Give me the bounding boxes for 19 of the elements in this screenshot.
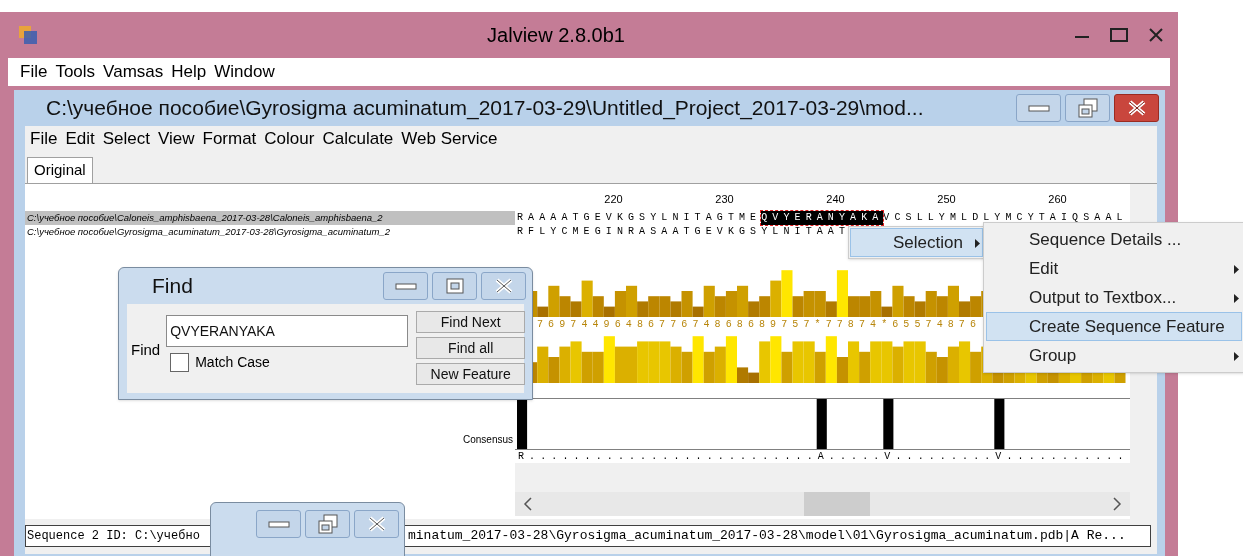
sequence-residues: VCSLLYMLDLYMCYTAIQSAAL [883, 211, 1128, 225]
ruler-number: 260 [1048, 192, 1067, 207]
ruler-number: 220 [604, 192, 623, 207]
window-title: Jalview 2.8.0b1 [486, 23, 626, 48]
ruler-number: 230 [715, 192, 734, 207]
ruler-number: 250 [937, 192, 956, 207]
sequence-residues: RAAAATGEVKGSYLNITAGTME [517, 211, 762, 225]
document-title: C:\учебное пособие\Gyrosigma acuminatum_2017-03-29\Untitled_Project_2017-03-29\mod... [46, 95, 925, 122]
field-label: Find [131, 340, 161, 360]
checkbox-label: Match Case [195, 353, 270, 372]
status-text: Sequence 2 ID: C:\учебно [26, 528, 201, 545]
consensus-sequence: R..........................A.....V.........V........... [518, 451, 1129, 462]
conservation-scores: 7697449648677674868689757*77874*65574876 [537, 319, 982, 330]
annotation-label: Consensus [462, 433, 514, 447]
status-text: minatum_2017-03-28\Gyrosigma_acuminatum_2017-03-28\model\01\Gyrosigma_acuminatum.pdb|A Re... [408, 527, 1126, 546]
ruler-number: 240 [826, 192, 845, 207]
sequence-residues: RFLYCMEGINRASAATGEVKGSYLNITAAT [517, 225, 851, 239]
dialog-title: Find [152, 273, 194, 300]
selected-residues: QVYERANYAKA [761, 211, 884, 225]
